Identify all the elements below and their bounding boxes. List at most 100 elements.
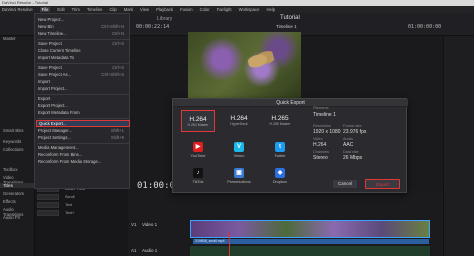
sidebar-item-collections[interactable]: Collections [3, 147, 23, 152]
file-menu: New Project... New Bin Ctrl+Shift+N New Tim… [34, 13, 130, 189]
sidebar-item-master[interactable]: Master [3, 36, 16, 41]
destination-label: YouTube [190, 154, 206, 158]
menu-item[interactable]: Save Project As... Ctrl+Shift+S [38, 72, 128, 77]
menu-item[interactable]: Save Project Ctrl+S [38, 65, 128, 70]
menu-playback[interactable]: Playback [156, 7, 173, 12]
menu-item-label: Export Metadata From [38, 110, 80, 115]
presentations-icon: ▣ [234, 168, 244, 178]
menu-mark[interactable]: Mark [124, 7, 133, 12]
menu-item[interactable]: Project Manager... Shift+1 [38, 128, 128, 133]
menu-item[interactable]: Media Management... [38, 145, 128, 150]
inspector-panel [443, 36, 474, 256]
sidebar-item-effects[interactable]: Effects [3, 199, 16, 204]
menu-item-shortcut: Ctrl+Shift+N [101, 24, 124, 29]
menu-clip[interactable]: Clip [110, 7, 117, 12]
menu-item-label: Save Project [38, 65, 62, 70]
sidebar-item-toolbox[interactable]: Toolbox [3, 167, 17, 172]
title-item[interactable]: Text [37, 202, 125, 209]
sidebar-item-generators[interactable]: Generators [3, 191, 24, 196]
menu-item-shortcut: Ctrl+S [112, 41, 124, 46]
menu-separator [37, 143, 129, 144]
title-thumbnail [37, 194, 59, 200]
destination-twitter[interactable]: t Twitter [263, 140, 297, 162]
menu-item[interactable]: Export [38, 96, 128, 101]
menu-item[interactable]: New Timeline... Ctrl+N [38, 31, 128, 36]
format-tile-hyperdeck[interactable]: H.264 HyperDeck [222, 110, 256, 132]
export-info-filename: Timeline 1 [313, 112, 336, 118]
menu-item[interactable]: Reconform From Media Storage... [38, 159, 128, 164]
menubar: DaVinci Resolve File Edit Trim Timeline Clip M… [0, 6, 474, 13]
title-item[interactable]: Scroll [37, 194, 125, 201]
format-tile-h-264-master[interactable]: H.264 H.264 Master [181, 110, 215, 132]
menu-item[interactable]: Import Project... [38, 86, 128, 91]
menu-trim[interactable]: Trim [72, 7, 80, 12]
title-item-label: Text [65, 203, 72, 207]
menu-item[interactable]: Import Metadata To [38, 55, 128, 60]
menu-help[interactable]: Help [266, 7, 275, 12]
menu-item-label: Reconform From Media Storage... [38, 159, 102, 164]
export-info-bitrate: 26 Mbps [343, 155, 363, 161]
menu-fairlight[interactable]: Fairlight [217, 7, 232, 12]
destination-label: Vimeo [233, 154, 245, 158]
menu-file[interactable]: File [39, 7, 51, 12]
video-track-id: V1 [131, 222, 137, 227]
export-info-resolution: 1920 x 1080 [313, 129, 341, 135]
sidebar-item-smart-bins[interactable]: Smart Bins [3, 128, 23, 133]
format-name: H.264 [189, 116, 207, 123]
export-button[interactable]: Export [365, 179, 400, 189]
title-item-label: Scroll [65, 195, 75, 199]
menu-item-quick-export[interactable]: Quick Export... [36, 120, 130, 127]
menu-item[interactable]: New Bin Ctrl+Shift+N [38, 24, 128, 29]
title-thumbnail [37, 202, 59, 208]
menu-color[interactable]: Color [200, 7, 210, 12]
menu-item[interactable]: Export Project... [38, 103, 128, 108]
record-timecode: 01:00:00:00 [408, 24, 442, 30]
menu-item-label: Close Current Timeline [38, 48, 81, 53]
format-tile-h-265-master[interactable]: H.265 H.265 Master [263, 110, 297, 132]
destination-dropbox[interactable]: ◆ Dropbox [263, 166, 297, 188]
menu-item[interactable]: Close Current Timeline [38, 48, 128, 53]
title-thumbnail [37, 210, 59, 216]
sidebar-item-titles[interactable]: Titles [0, 183, 34, 188]
menu-item[interactable]: Save Project Ctrl+S [38, 41, 128, 46]
destination-youtube[interactable]: ▶ YouTube [181, 140, 215, 162]
timeline-selector[interactable]: Timeline 1 [276, 24, 297, 29]
cancel-button[interactable]: Cancel [333, 180, 357, 188]
menu-item[interactable]: Export Metadata From [38, 110, 128, 115]
playhead[interactable] [229, 232, 230, 256]
menu-view[interactable]: View [140, 7, 149, 12]
menu-item-label: Import Project... [38, 86, 68, 91]
destination-label: TikTok [192, 180, 204, 184]
menu-fusion[interactable]: Fusion [180, 7, 193, 12]
format-name: H.265 [271, 115, 289, 122]
menu-separator [37, 63, 129, 64]
library-label: Library [157, 16, 173, 22]
audio-track-name: Audio 1 [142, 248, 158, 253]
youtube-icon: ▶ [193, 142, 203, 152]
menu-item-label: Quick Export... [39, 121, 67, 126]
sidebar-item-audio-fx[interactable]: Audio FX [3, 215, 20, 220]
video-viewer[interactable] [188, 32, 301, 100]
menu-timeline[interactable]: Timeline [87, 7, 103, 12]
menu-item[interactable]: Import [38, 79, 128, 84]
source-timecode: 00:00:22:14 [136, 24, 170, 30]
sidebar-item-keywords[interactable]: Keywords [3, 139, 21, 144]
media-pool-sidebar: Master Smart Bins Keywords Collections Toolb… [0, 36, 35, 256]
video-clip[interactable] [190, 220, 430, 238]
title-item[interactable]: Text+ [37, 210, 125, 217]
menu-item[interactable]: Reconform From Bins... [38, 152, 128, 157]
title-item-label: Text+ [65, 211, 75, 215]
menu-edit[interactable]: Edit [57, 7, 64, 12]
menu-workspace[interactable]: Workspace [239, 7, 260, 12]
menu-item[interactable]: Project Settings... Shift+9 [38, 135, 128, 140]
destination-vimeo[interactable]: V Vimeo [222, 140, 256, 162]
export-info-bitrate-label: Data rate [343, 150, 359, 154]
audio-clip[interactable] [190, 246, 430, 256]
menu-item-label: Export [38, 96, 51, 101]
destination-tiktok[interactable]: ♪ TikTok [181, 166, 215, 188]
menu-item[interactable]: New Project... [38, 17, 128, 22]
menu-davinci-resolve[interactable]: DaVinci Resolve [2, 7, 33, 12]
menu-item-label: Save Project [38, 41, 62, 46]
project-title: Tutorial [280, 15, 300, 21]
destination-presentations[interactable]: ▣ Presentations [222, 166, 256, 188]
